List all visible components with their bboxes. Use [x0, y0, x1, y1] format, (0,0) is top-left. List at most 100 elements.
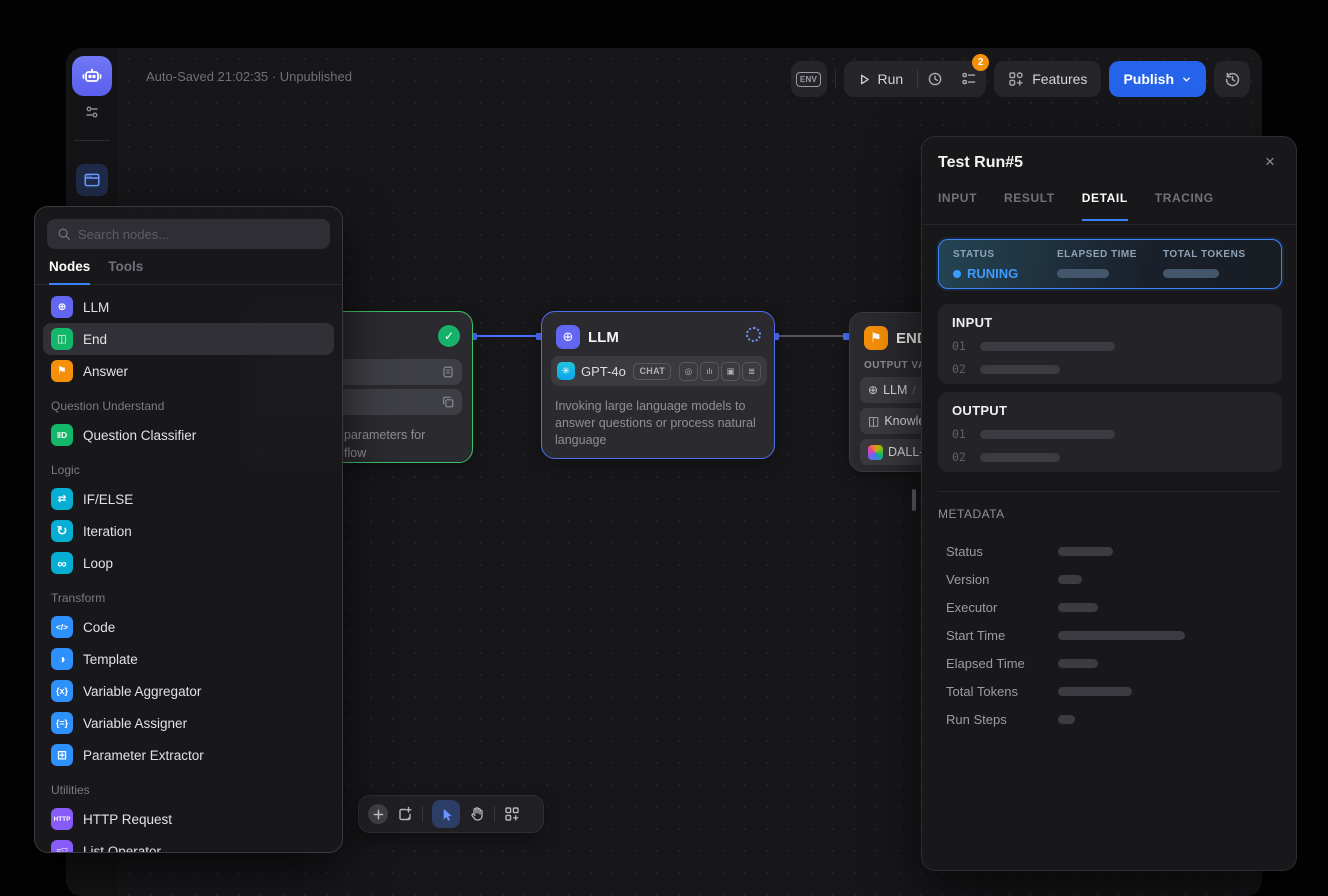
- node-item-answer[interactable]: ⚑ Answer: [43, 355, 334, 387]
- app-root: Auto-Saved 21:02:35 · Unpublished ENV Ru…: [0, 0, 1328, 896]
- llm-node[interactable]: ⊕ LLM ✳ GPT-4o CHAT ◎ ılı ▣ ≣ Invoking l…: [541, 311, 775, 459]
- tab-nodes[interactable]: Nodes: [49, 259, 90, 285]
- features-button[interactable]: Features: [994, 61, 1101, 97]
- chevron-down-icon: [1181, 74, 1192, 85]
- env-button[interactable]: ENV: [791, 61, 827, 97]
- app-logo[interactable]: [72, 56, 112, 96]
- metadata-row-run-steps: Run Steps: [946, 712, 1276, 727]
- rail-divider: [74, 140, 110, 141]
- features-label: Features: [1032, 71, 1087, 87]
- workflow-settings-button[interactable]: [84, 104, 100, 120]
- node-item-template[interactable]: ◑ Template: [43, 643, 334, 675]
- status-value: RUNING: [953, 266, 1057, 281]
- dalle-icon: [868, 445, 883, 460]
- note-icon: [397, 806, 413, 822]
- panel-resize-handle[interactable]: [912, 489, 916, 511]
- variable-assigner-icon: {=}: [51, 712, 73, 734]
- publish-button[interactable]: Publish: [1109, 61, 1206, 97]
- node-item-llm[interactable]: ⊕ LLM: [43, 291, 334, 323]
- history-icon: [1224, 71, 1241, 88]
- answer-icon: ⚑: [51, 360, 73, 382]
- tab-input[interactable]: INPUT: [938, 191, 977, 221]
- section-utilities: Utilities: [43, 771, 334, 803]
- checklist-button[interactable]: 2: [952, 61, 986, 97]
- output-skeleton: [980, 453, 1060, 462]
- input-skeleton: [980, 365, 1060, 374]
- add-node-button[interactable]: [368, 804, 388, 824]
- metadata-skeleton: [1058, 687, 1132, 696]
- loop-icon: ∞: [51, 552, 73, 574]
- checklist-icon: [961, 71, 977, 87]
- autosave-status: Auto-Saved 21:02:35 · Unpublished: [146, 69, 352, 84]
- hand-tool-button[interactable]: [469, 806, 485, 822]
- node-item-http-request[interactable]: HTTP HTTP Request: [43, 803, 334, 835]
- metadata-row-version: Version: [946, 572, 1276, 587]
- tab-result[interactable]: RESULT: [1004, 191, 1055, 221]
- node-item-list-operator[interactable]: ≡▽ List Operator: [43, 835, 334, 853]
- run-history-button[interactable]: [918, 61, 952, 97]
- close-panel-button[interactable]: ×: [1258, 150, 1282, 174]
- llm-node-title: LLM: [588, 329, 619, 346]
- code-icon: </>: [51, 616, 73, 638]
- node-item-variable-aggregator[interactable]: {x} Variable Aggregator: [43, 675, 334, 707]
- tab-tools[interactable]: Tools: [108, 259, 143, 284]
- run-button[interactable]: Run: [844, 71, 918, 87]
- run-label: Run: [878, 71, 904, 87]
- run-button-group: Run 2: [844, 61, 987, 97]
- clock-run-icon: [927, 71, 943, 87]
- edge-llm-to-end: [777, 335, 847, 337]
- node-search[interactable]: [47, 219, 330, 249]
- preview-button[interactable]: [76, 164, 108, 196]
- llm-icon: ⊕: [51, 296, 73, 318]
- add-note-button[interactable]: [397, 806, 413, 822]
- sliders-icon: [84, 104, 100, 120]
- pointer-tool-button[interactable]: [432, 800, 460, 828]
- copy-icon: [441, 395, 455, 409]
- test-run-panel: Test Run#5 × INPUT RESULT DETAIL TRACING…: [921, 136, 1297, 871]
- run-panel-tabs: INPUT RESULT DETAIL TRACING: [938, 191, 1280, 221]
- openai-icon: ✳: [557, 362, 575, 380]
- output-card: OUTPUT 01 02: [938, 392, 1282, 472]
- canvas-toolbar: [358, 795, 544, 833]
- metadata-title: METADATA: [938, 507, 1005, 521]
- topbar-divider: [835, 69, 836, 89]
- elapsed-time-label: ELAPSED TIME: [1057, 249, 1163, 260]
- section-question-understand: Question Understand: [43, 387, 334, 419]
- iteration-icon: ↻: [51, 520, 73, 542]
- chat-mode-badge: CHAT: [633, 363, 671, 380]
- vision-icon: ◎: [679, 362, 698, 381]
- tab-detail[interactable]: DETAIL: [1082, 191, 1128, 221]
- metadata-row-elapsed-time: Elapsed Time: [946, 656, 1276, 671]
- node-item-loop[interactable]: ∞ Loop: [43, 547, 334, 579]
- input-card: INPUT 01 02: [938, 304, 1282, 384]
- node-item-code[interactable]: </> Code: [43, 611, 334, 643]
- metadata-row-total-tokens: Total Tokens: [946, 684, 1276, 699]
- model-selector[interactable]: ✳ GPT-4o CHAT ◎ ılı ▣ ≣: [551, 356, 767, 386]
- output-card-title: OUTPUT: [952, 403, 1268, 418]
- node-item-question-classifier[interactable]: ‖D Question Classifier: [43, 419, 334, 451]
- metadata-row-start-time: Start Time: [946, 628, 1276, 643]
- template-icon: ◑: [51, 648, 73, 670]
- input-card-title: INPUT: [952, 315, 1268, 330]
- node-item-variable-assigner[interactable]: {=} Variable Assigner: [43, 707, 334, 739]
- metadata-skeleton: [1058, 575, 1082, 584]
- llm-icon: ⊕: [868, 383, 878, 397]
- node-item-parameter-extractor[interactable]: ⊞ Parameter Extractor: [43, 739, 334, 771]
- node-search-input[interactable]: [78, 227, 320, 242]
- tab-tracing[interactable]: TRACING: [1155, 191, 1214, 221]
- run-panel-title: Test Run#5: [938, 154, 1023, 172]
- organize-nodes-button[interactable]: [504, 806, 520, 822]
- node-item-iteration[interactable]: ↻ Iteration: [43, 515, 334, 547]
- node-item-end[interactable]: ◫ End: [43, 323, 334, 355]
- llm-icon: ⊕: [556, 325, 580, 349]
- end-icon: ⚑: [864, 326, 888, 350]
- node-item-if-else[interactable]: ⇄ IF/ELSE: [43, 483, 334, 515]
- env-icon: ENV: [796, 72, 821, 87]
- cursor-icon: [439, 807, 454, 822]
- capability-badges: ◎ ılı ▣ ≣: [679, 362, 761, 381]
- video-icon: ▣: [721, 362, 740, 381]
- version-history-button[interactable]: [1214, 61, 1250, 97]
- audio-icon: ılı: [700, 362, 719, 381]
- node-list: ⊕ LLM ◫ End ⚑ Answer Question Understand…: [35, 285, 342, 853]
- hand-icon: [469, 806, 485, 822]
